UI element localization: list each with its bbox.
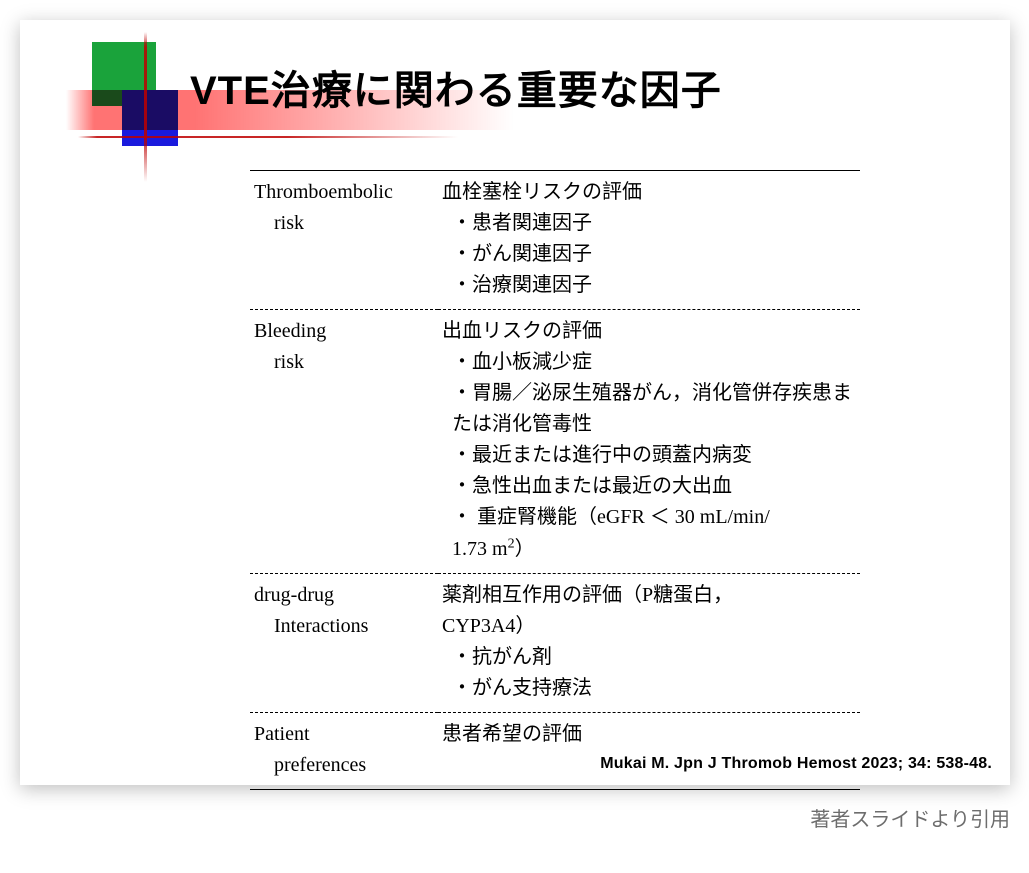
row-item-text: 重症腎機能（eGFR ＜ 30 mL/min/1.73 m2） (452, 506, 770, 560)
row-item: がん支持療法 (442, 673, 856, 704)
slide-title: VTE治療に関わる重要な因子 (190, 58, 722, 116)
page: VTE治療に関わる重要な因子 Thromboembolic risk 血栓塞栓リ… (0, 0, 1029, 873)
row-item: 最近または進行中の頭蓋内病変 (442, 440, 856, 471)
row-label-line2: risk (254, 347, 434, 378)
row-heading: 患者希望の評価 (442, 719, 856, 750)
slide-deco (48, 32, 198, 152)
row-item: 胃腸／泌尿生殖器がん，消化管併存疾患または消化管毒性 (442, 378, 856, 440)
deco-red-vline (144, 32, 147, 182)
row-item: 治療関連因子 (442, 270, 856, 301)
row-label-line1: Thromboembolic (254, 177, 434, 208)
table-row: Bleeding risk 出血リスクの評価 血小板減少症 胃腸／泌尿生殖器がん… (250, 310, 860, 574)
factors-table: Thromboembolic risk 血栓塞栓リスクの評価 患者関連因子 がん… (250, 170, 860, 790)
row-item: 血小板減少症 (442, 347, 856, 378)
row-item: 抗がん剤 (442, 642, 856, 673)
row-item: 重症腎機能（eGFR ＜ 30 mL/min/1.73 m2） (442, 502, 856, 565)
row-item: 患者関連因子 (442, 208, 856, 239)
row-label-line1: Bleeding (254, 316, 434, 347)
deco-red-hline (78, 136, 458, 138)
row-item: 急性出血または最近の大出血 (442, 471, 856, 502)
row-heading: 出血リスクの評価 (442, 316, 856, 347)
table-row: drug-drug Interactions 薬剤相互作用の評価（P糖蛋白，CY… (250, 573, 860, 712)
row-label-line1: drug-drug (254, 580, 434, 611)
row-label-line1: Patient (254, 719, 434, 750)
citation: Mukai M. Jpn J Thromob Hemost 2023; 34: … (600, 755, 992, 773)
row-label-line2: risk (254, 208, 434, 239)
row-label-line2: preferences (254, 750, 434, 781)
row-heading: 薬剤相互作用の評価（P糖蛋白，CYP3A4） (442, 580, 856, 642)
row-label-line2: Interactions (254, 611, 434, 642)
table-row: Thromboembolic risk 血栓塞栓リスクの評価 患者関連因子 がん… (250, 171, 860, 310)
row-heading: 血栓塞栓リスクの評価 (442, 177, 856, 208)
slide-caption: 著者スライドより引用 (20, 803, 1010, 832)
slide: VTE治療に関わる重要な因子 Thromboembolic risk 血栓塞栓リ… (20, 20, 1010, 785)
row-item: がん関連因子 (442, 239, 856, 270)
table-row: Patient preferences 患者希望の評価 (250, 712, 860, 789)
